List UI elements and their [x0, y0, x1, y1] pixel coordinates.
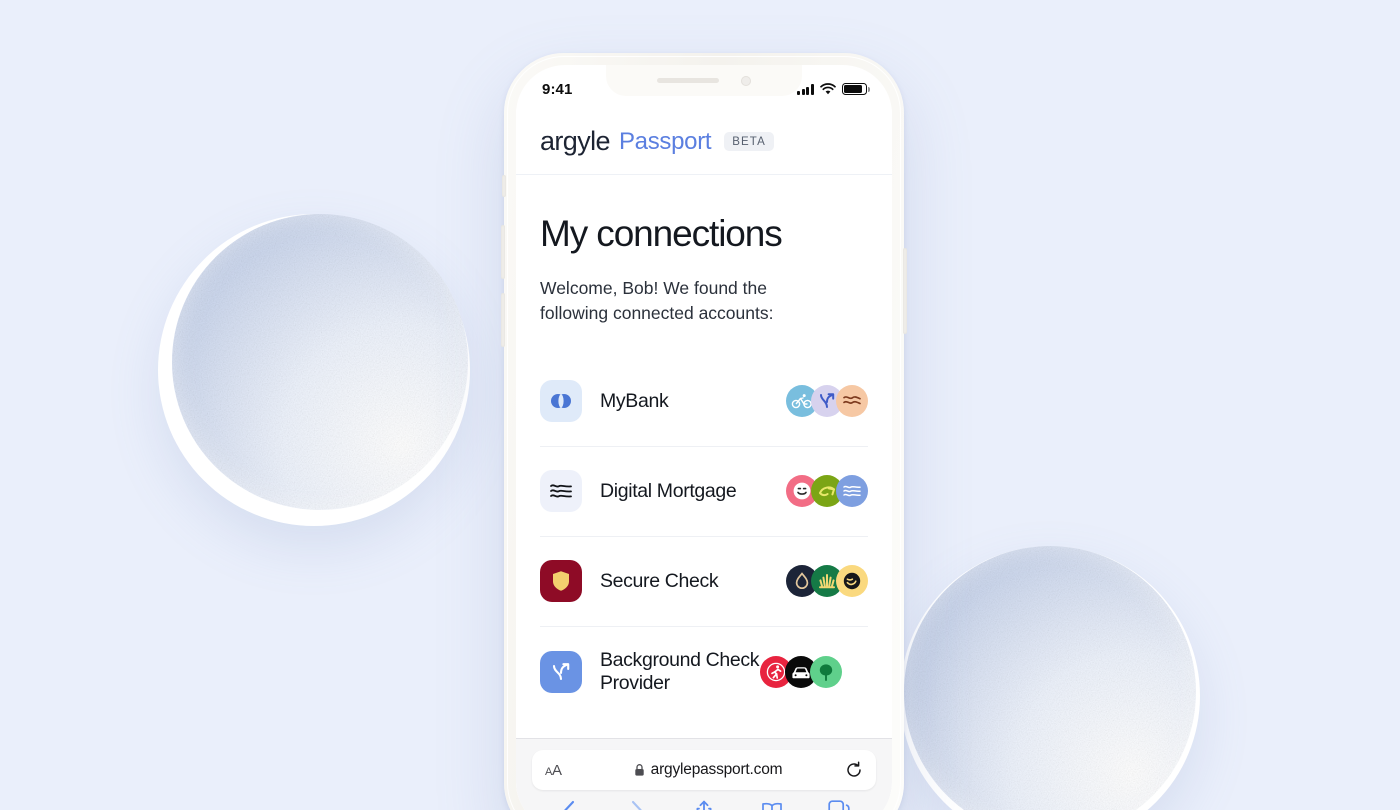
reload-button[interactable]	[837, 761, 863, 779]
connection-name: Secure Check	[600, 569, 719, 592]
avatar-waves	[836, 385, 868, 418]
safari-nav-bar	[532, 790, 876, 810]
avatar-tree	[810, 655, 842, 688]
forward-icon	[631, 800, 642, 810]
smiley-face-icon	[793, 482, 811, 500]
connection-avatars[interactable]	[786, 475, 868, 508]
safari-toolbar: AA argylepassport.com	[516, 738, 892, 810]
reload-icon	[847, 761, 861, 777]
text-size-label-large: A	[552, 761, 562, 779]
waves-icon	[550, 484, 572, 498]
waves-icon	[843, 485, 861, 497]
connection-name: Digital Mortgage	[600, 479, 737, 502]
connection-avatars[interactable]	[760, 655, 842, 688]
avatar-smile	[836, 565, 868, 598]
url-display[interactable]: argylepassport.com	[579, 761, 837, 779]
waves-icon	[843, 396, 861, 405]
page-body: My connections Welcome, Bob! We found th…	[516, 175, 892, 717]
connection-name: MyBank	[600, 389, 669, 412]
address-bar[interactable]: AA argylepassport.com	[532, 750, 876, 790]
bookmarks-button[interactable]	[749, 801, 795, 810]
mybank-logo	[540, 380, 582, 423]
status-clock: 9:41	[542, 80, 573, 98]
text-size-button[interactable]: AA	[545, 762, 579, 779]
background-check-logo	[540, 650, 582, 693]
grain-texture	[172, 214, 468, 510]
brand-logo-passport: Passport	[618, 127, 712, 155]
bookmarks-icon	[761, 802, 782, 810]
silent-switch[interactable]	[502, 175, 506, 197]
decorative-disc-right	[900, 546, 1200, 810]
page-subtitle: Welcome, Bob! We found the following con…	[540, 278, 774, 324]
page-title: My connections	[540, 213, 783, 254]
url-text: argylepassport.com	[650, 761, 783, 778]
droplet-icon	[795, 572, 809, 590]
volume-up-button[interactable]	[501, 225, 505, 279]
connection-row-mybank[interactable]: MyBank	[540, 357, 868, 447]
back-button[interactable]	[546, 799, 592, 810]
connections-list: MyBank Digital Mortgage Secure Check Bac…	[540, 357, 868, 717]
power-button[interactable]	[903, 248, 907, 334]
connection-avatars[interactable]	[786, 385, 868, 418]
connection-name: Background Check Provider	[600, 648, 760, 694]
overlapping-circles-icon	[551, 394, 571, 409]
battery-icon	[842, 83, 870, 95]
branch-arrow-icon	[552, 662, 570, 680]
brand-logo-argyle: argyle	[540, 126, 611, 156]
tabs-icon	[828, 800, 850, 810]
wifi-icon	[820, 83, 836, 95]
disc-face	[172, 214, 468, 510]
connection-row-background-check[interactable]: Background Check Provider	[540, 627, 868, 717]
tree-icon	[819, 664, 833, 681]
beta-badge: BETA	[724, 132, 774, 151]
fountain-icon	[819, 574, 835, 589]
phone-device: 9:41 argyle Passport BETA My connections…	[501, 53, 907, 810]
secure-check-logo	[540, 560, 582, 603]
phone-screen: 9:41 argyle Passport BETA My connections…	[516, 65, 892, 810]
app-header: argyle Passport BETA	[516, 109, 892, 175]
avatar-waves	[836, 475, 868, 508]
connection-row-digital-mortgage[interactable]: Digital Mortgage	[540, 447, 868, 537]
smile-icon	[843, 573, 861, 590]
connection-avatars[interactable]	[786, 565, 868, 598]
branch-arrow-icon	[820, 393, 835, 409]
signal-bars-icon	[797, 84, 814, 95]
swirl-arrow-icon	[819, 486, 835, 497]
shield-icon	[553, 571, 569, 592]
digital-mortgage-logo	[540, 470, 582, 513]
decorative-disc-left	[158, 214, 470, 526]
forward-button[interactable]	[614, 799, 660, 810]
text-size-label-small: A	[545, 765, 553, 778]
status-bar: 9:41	[516, 65, 892, 109]
volume-down-button[interactable]	[501, 293, 505, 347]
share-button[interactable]	[681, 799, 727, 810]
tabs-button[interactable]	[816, 800, 862, 810]
cyclist-icon	[791, 394, 812, 409]
share-icon	[696, 800, 712, 810]
back-icon	[564, 800, 575, 810]
connection-row-secure-check[interactable]: Secure Check	[540, 537, 868, 627]
lock-icon	[634, 764, 644, 776]
status-indicators	[797, 79, 870, 95]
